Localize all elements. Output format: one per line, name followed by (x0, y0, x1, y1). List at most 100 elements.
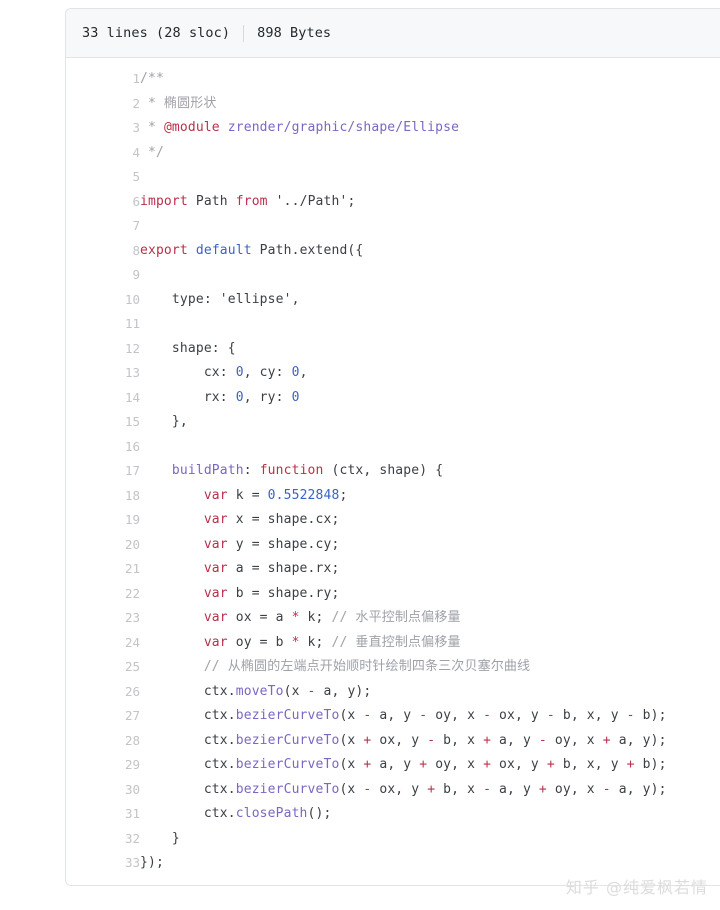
code-token: k = (227, 487, 268, 503)
line-number[interactable]: 11 (66, 312, 140, 337)
code-line-content[interactable]: */ (140, 141, 720, 166)
line-number[interactable]: 29 (66, 753, 140, 778)
code-token: y = shape.cy; (227, 536, 340, 552)
code-line-content[interactable]: rx: 0, ry: 0 (140, 386, 720, 411)
code-line-content[interactable]: ctx.bezierCurveTo(x + ox, y - b, x + a, … (140, 729, 720, 754)
line-number[interactable]: 22 (66, 582, 140, 607)
code-token: * (291, 610, 300, 625)
line-number[interactable]: 17 (66, 459, 140, 484)
code-token: export (140, 242, 188, 258)
code-line-content[interactable]: }); (140, 851, 720, 876)
code-line-content[interactable]: var x = shape.cx; (140, 508, 720, 533)
code-token: - (483, 708, 492, 723)
blob-body: 1/** 2 * 椭圆形状 3 * @module zrender/graphic/… (66, 58, 720, 885)
code-token: ctx. (140, 683, 236, 699)
code-line-row: 30 ctx.bezierCurveTo(x - ox, y + b, x - … (66, 778, 720, 803)
code-token: k; (299, 634, 332, 650)
code-token: 0 (235, 365, 244, 380)
line-number[interactable]: 10 (66, 288, 140, 313)
code-line-content[interactable]: var k = 0.5522848; (140, 484, 720, 509)
code-blob-container: 33 lines (28 sloc) 898 Bytes 1/** 2 * 椭圆形… (65, 8, 720, 886)
code-line-row: 18 var k = 0.5522848; (66, 484, 720, 509)
line-number[interactable]: 4 (66, 141, 140, 166)
code-line-content[interactable]: var oy = b * k; // 垂直控制点偏移量 (140, 631, 720, 656)
line-number[interactable]: 30 (66, 778, 140, 803)
code-line-content[interactable]: buildPath: function (ctx, shape) { (140, 459, 720, 484)
line-number[interactable]: 33 (66, 851, 140, 876)
line-number[interactable]: 25 (66, 655, 140, 680)
code-line-content[interactable]: ctx.bezierCurveTo(x - a, y - oy, x - ox,… (140, 704, 720, 729)
code-token: b, x (435, 781, 484, 797)
line-number[interactable]: 24 (66, 631, 140, 656)
line-number[interactable]: 14 (66, 386, 140, 411)
code-line-content[interactable]: * 椭圆形状 (140, 92, 720, 117)
line-number[interactable]: 31 (66, 802, 140, 827)
line-number[interactable]: 28 (66, 729, 140, 754)
line-number[interactable]: 27 (66, 704, 140, 729)
code-line-content[interactable]: var a = shape.rx; (140, 557, 720, 582)
code-line-content[interactable]: var ox = a * k; // 水平控制点偏移量 (140, 606, 720, 631)
line-number[interactable]: 18 (66, 484, 140, 509)
line-number[interactable]: 20 (66, 533, 140, 558)
line-number[interactable]: 32 (66, 827, 140, 852)
code-line-content[interactable]: var y = shape.cy; (140, 533, 720, 558)
code-line-row: 21 var a = shape.rx; (66, 557, 720, 582)
code-line-content[interactable]: import Path from '../Path'; (140, 190, 720, 215)
code-line-content[interactable] (140, 214, 720, 239)
line-number[interactable]: 16 (66, 435, 140, 460)
code-line-content[interactable] (140, 435, 720, 460)
line-number[interactable]: 13 (66, 361, 140, 386)
line-number[interactable]: 12 (66, 337, 140, 362)
code-line-content[interactable]: type: 'ellipse', (140, 288, 720, 313)
line-number[interactable]: 9 (66, 263, 140, 288)
code-line-row: 32 } (66, 827, 720, 852)
code-line-content[interactable]: ctx.closePath(); (140, 802, 720, 827)
line-number[interactable]: 19 (66, 508, 140, 533)
line-number[interactable]: 3 (66, 116, 140, 141)
code-line-content[interactable]: /** (140, 67, 720, 92)
code-line-content[interactable]: export default Path.extend({ (140, 239, 720, 264)
code-token: 0.5522848 (267, 487, 340, 503)
code-line-row: 31 ctx.closePath(); (66, 802, 720, 827)
line-number[interactable]: 8 (66, 239, 140, 264)
code-token: buildPath (171, 463, 244, 478)
line-number[interactable]: 21 (66, 557, 140, 582)
code-token: ox, y (491, 757, 547, 772)
code-token: b = shape.ry; (227, 585, 340, 601)
code-line-content[interactable]: shape: { (140, 337, 720, 362)
code-line-content[interactable]: // 从椭圆的左端点开始顺时针绘制四条三次贝塞尔曲线 (140, 655, 720, 680)
line-number[interactable]: 5 (66, 165, 140, 190)
code-line-content[interactable]: ctx.bezierCurveTo(x + a, y + oy, x + ox,… (140, 753, 720, 778)
code-line-content[interactable]: var b = shape.ry; (140, 582, 720, 607)
code-line-content[interactable]: cx: 0, cy: 0, (140, 361, 720, 386)
code-token: } (140, 830, 180, 846)
code-token: */ (140, 144, 164, 160)
line-number[interactable]: 1 (66, 67, 140, 92)
line-number[interactable]: 6 (66, 190, 140, 215)
code-line-content[interactable]: * @module zrender/graphic/shape/Ellipse (140, 116, 720, 141)
code-line-content[interactable] (140, 263, 720, 288)
line-number[interactable]: 26 (66, 680, 140, 705)
code-token: * (291, 634, 300, 650)
code-line-row: 10 type: 'ellipse', (66, 288, 720, 313)
code-token: , ry: (243, 389, 292, 405)
code-line-content[interactable]: ctx.bezierCurveTo(x - ox, y + b, x - a, … (140, 778, 720, 803)
code-line-content[interactable] (140, 165, 720, 190)
line-number[interactable]: 23 (66, 606, 140, 631)
code-token: b, x, y (554, 757, 627, 772)
code-line-content[interactable]: ctx.moveTo(x - a, y); (140, 680, 720, 705)
code-line-content[interactable]: } (140, 827, 720, 852)
code-token: * 椭圆形状 (140, 95, 217, 111)
code-line-content[interactable] (140, 312, 720, 337)
code-token: (x (339, 757, 364, 772)
code-token: - (427, 732, 436, 748)
code-line-content[interactable]: }, (140, 410, 720, 435)
code-token: a, y (371, 757, 420, 772)
line-number[interactable]: 2 (66, 92, 140, 117)
line-number[interactable]: 15 (66, 410, 140, 435)
line-number[interactable]: 7 (66, 214, 140, 239)
